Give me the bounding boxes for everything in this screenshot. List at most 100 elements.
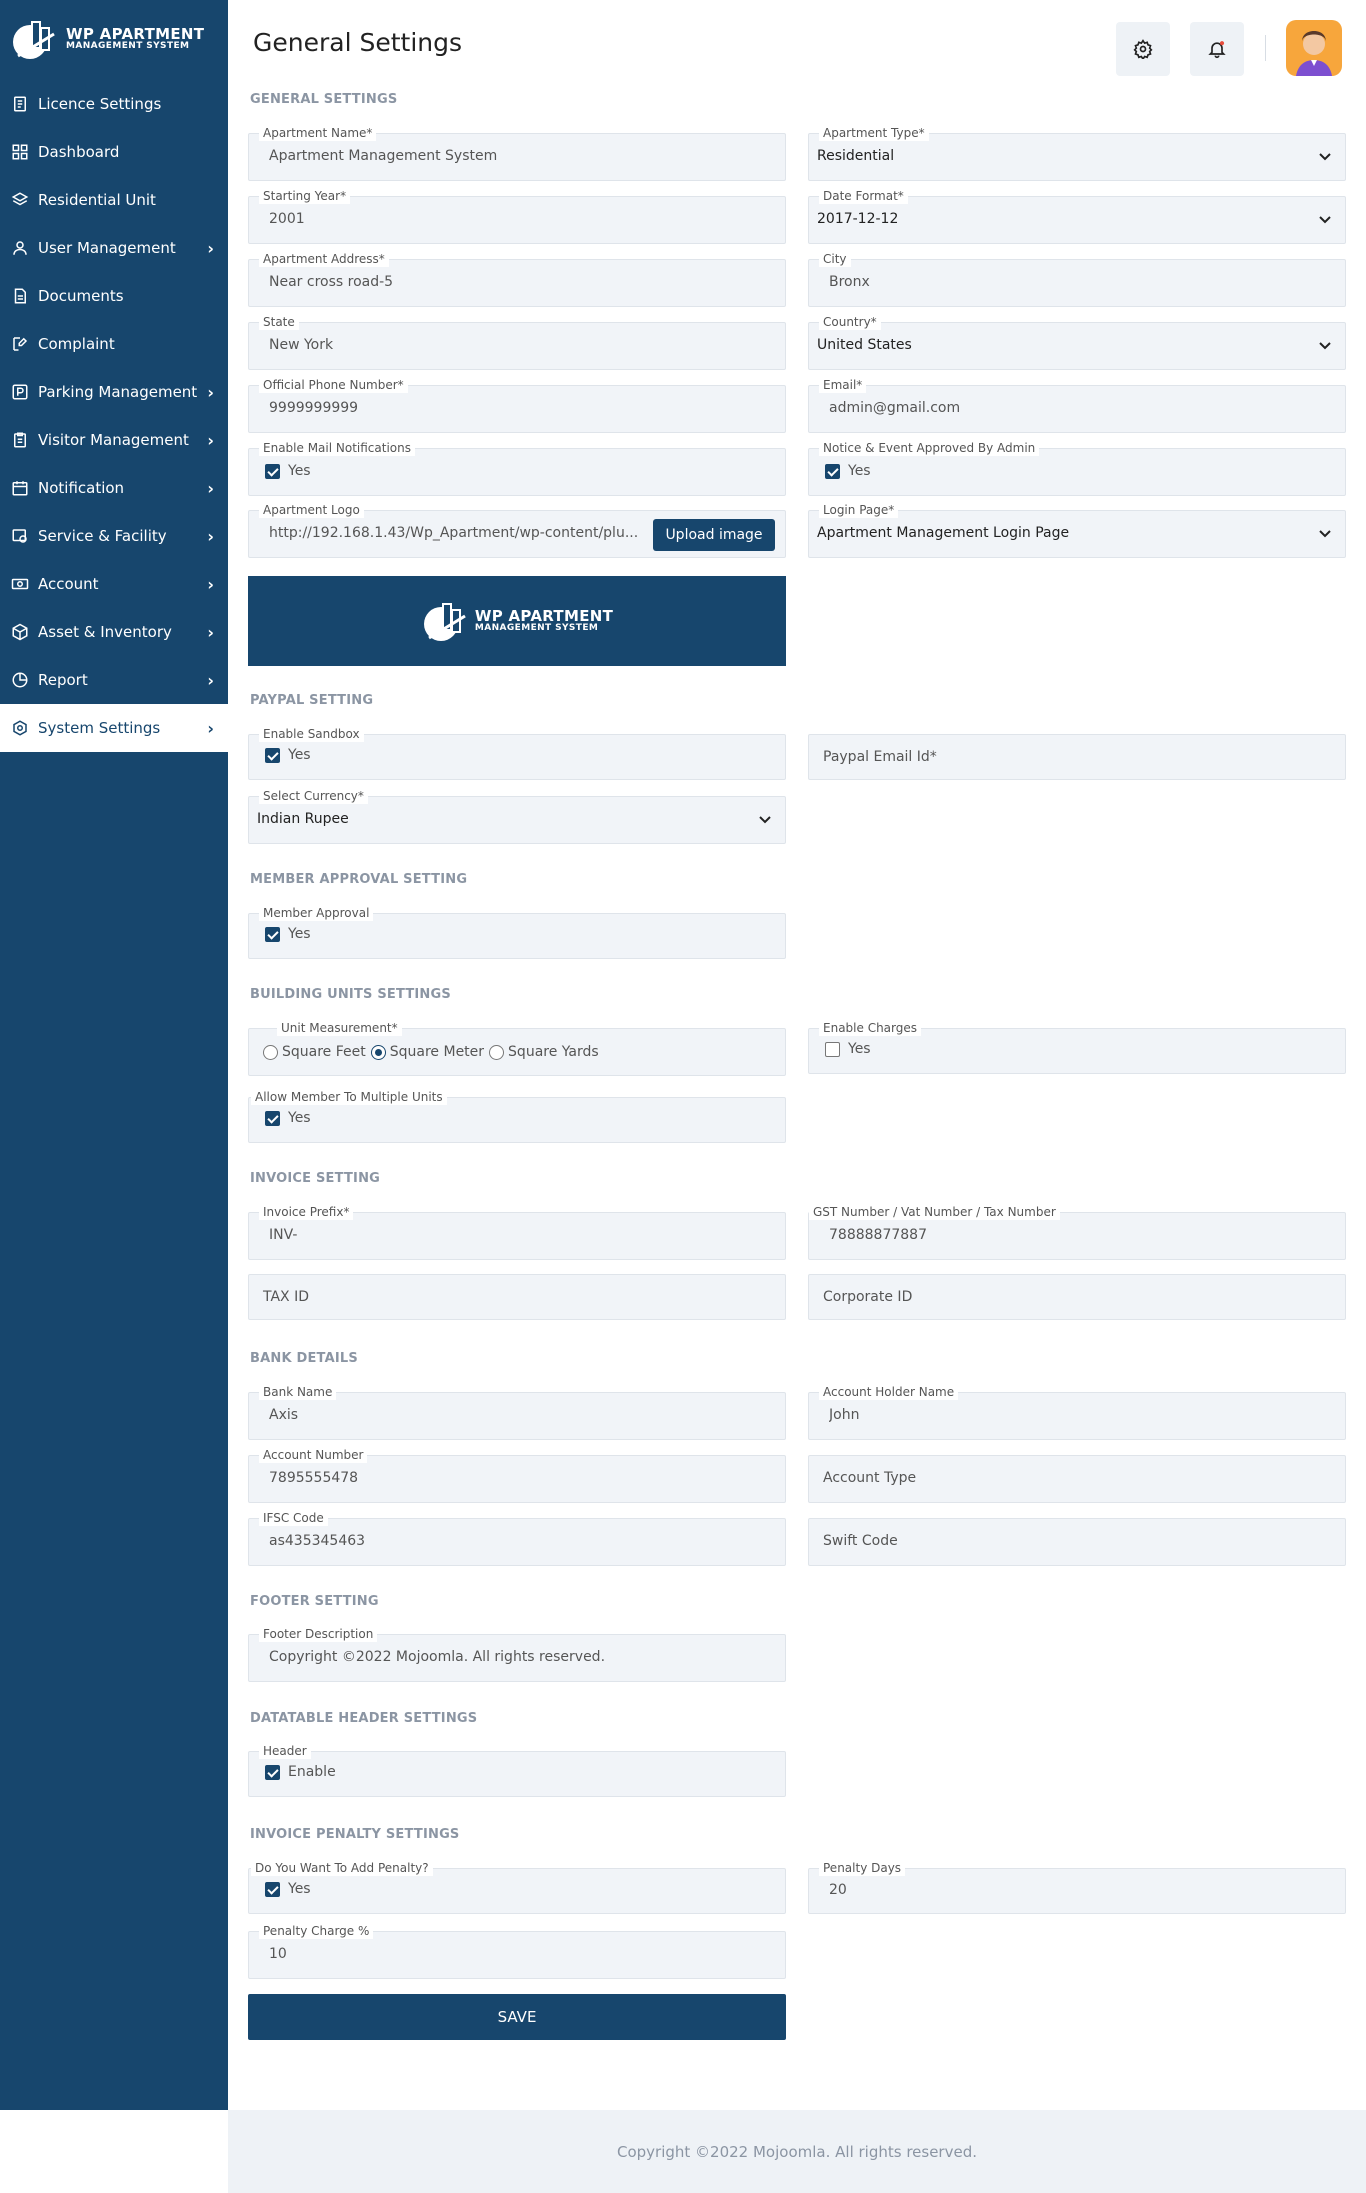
penalty-days-field[interactable]: Penalty Days 20 <box>808 1861 1346 1914</box>
sidebar-item-parking-management[interactable]: Parking Management › <box>0 368 228 416</box>
chevron-right-icon: › <box>207 431 214 450</box>
state-field[interactable]: State New York <box>248 315 786 370</box>
grid-icon <box>10 142 30 162</box>
radio-square-meter[interactable]: Square Meter <box>370 1044 484 1060</box>
pie-icon <box>10 670 30 690</box>
login-page-select[interactable]: Login Page* Apartment Management Login P… <box>808 503 1346 558</box>
currency-select[interactable]: Select Currency* Indian Rupee <box>248 789 786 844</box>
sidebar-item-licence-settings[interactable]: Licence Settings <box>0 80 228 128</box>
mail-notifications-checkbox[interactable]: Yes <box>265 463 311 479</box>
sidebar-item-user-management[interactable]: User Management › <box>0 224 228 272</box>
clipboard-icon <box>10 430 30 450</box>
chevron-right-icon: › <box>207 479 214 498</box>
sidebar-item-report[interactable]: Report › <box>0 656 228 704</box>
sidebar-item-dashboard[interactable]: Dashboard <box>0 128 228 176</box>
apartment-logo-field[interactable]: Apartment Logo http://192.168.1.43/Wp_Ap… <box>248 503 786 558</box>
swift-code-input[interactable]: Swift Code <box>808 1518 1346 1566</box>
apartment-type-select[interactable]: Apartment Type* Residential <box>808 126 1346 181</box>
chevron-right-icon: › <box>207 623 214 642</box>
section-bank: BANK DETAILS <box>250 1351 358 1366</box>
invoice-prefix-field[interactable]: Invoice Prefix* INV- <box>248 1205 786 1260</box>
corporate-id-input[interactable]: Corporate ID <box>808 1274 1346 1320</box>
section-member-approval: MEMBER APPROVAL SETTING <box>250 872 468 887</box>
gear-icon <box>10 718 30 738</box>
logo-preview-name: WP APARTMENT <box>474 606 614 625</box>
upload-image-button[interactable]: Upload image <box>653 519 775 551</box>
layers-icon <box>10 190 30 210</box>
notice-approved-field: Notice & Event Approved By Admin Yes <box>808 441 1346 496</box>
building-logo-icon <box>13 21 55 59</box>
sidebar-item-label: Residential Unit <box>38 191 156 209</box>
chevron-right-icon: › <box>207 671 214 690</box>
ifsc-code-field[interactable]: IFSC Code as435345463 <box>248 1511 786 1566</box>
settings-button[interactable] <box>1116 22 1170 76</box>
sidebar-item-complaint[interactable]: Complaint <box>0 320 228 368</box>
section-invoice: INVOICE SETTING <box>250 1171 381 1186</box>
main-content: General Settings GENERAL SETTINGS Apartm… <box>228 0 1366 2110</box>
mail-notifications-field: Enable Mail Notifications Yes <box>248 441 786 496</box>
footer-description-field[interactable]: Footer Description Copyright ©2022 Mojoo… <box>248 1627 786 1682</box>
logo-preview-tagline: MANAGEMENT SYSTEM <box>474 623 599 634</box>
enable-charges-checkbox[interactable]: Yes <box>825 1041 871 1057</box>
sandbox-checkbox[interactable]: Yes <box>265 747 311 763</box>
bank-name-field[interactable]: Bank Name Axis <box>248 1385 786 1440</box>
chevron-down-icon <box>759 816 771 824</box>
sidebar-item-label: Parking Management <box>38 383 198 401</box>
sidebar-item-documents[interactable]: Documents <box>0 272 228 320</box>
notification-button[interactable] <box>1190 22 1244 76</box>
account-type-input[interactable]: Account Type <box>808 1455 1346 1503</box>
city-field[interactable]: City Bronx <box>808 252 1346 307</box>
section-invoice-penalty: INVOICE PENALTY SETTINGS <box>250 1827 460 1842</box>
sidebar-item-system-settings[interactable]: System Settings › <box>0 704 228 752</box>
sidebar-item-account[interactable]: Account › <box>0 560 228 608</box>
sidebar-item-label: User Management <box>38 239 176 257</box>
page-footer: Copyright ©2022 Mojoomla. All rights res… <box>228 2110 1366 2193</box>
section-general: GENERAL SETTINGS <box>250 92 398 107</box>
radio-square-feet[interactable]: Square Feet <box>263 1044 366 1060</box>
member-approval-checkbox[interactable]: Yes <box>265 926 311 942</box>
apartment-address-field[interactable]: Apartment Address* Near cross road-5 <box>248 252 786 307</box>
sidebar-item-label: Report <box>38 671 88 689</box>
starting-year-field[interactable]: Starting Year* 2001 <box>248 189 786 244</box>
notice-approved-checkbox[interactable]: Yes <box>825 463 871 479</box>
edit-icon <box>10 334 30 354</box>
account-holder-field[interactable]: Account Holder Name John <box>808 1385 1346 1440</box>
account-number-field[interactable]: Account Number 7895555478 <box>248 1448 786 1503</box>
paypal-email-input[interactable]: Paypal Email Id* <box>808 734 1346 780</box>
section-building-units: BUILDING UNITS SETTINGS <box>250 987 451 1002</box>
sidebar-item-asset-inventory[interactable]: Asset & Inventory › <box>0 608 228 656</box>
service-icon <box>10 526 30 546</box>
user-avatar-icon <box>1296 31 1332 76</box>
country-select[interactable]: Country* United States <box>808 315 1346 370</box>
file-icon <box>10 286 30 306</box>
sidebar-item-label: Complaint <box>38 335 115 353</box>
add-penalty-field: Do You Want To Add Penalty? Yes <box>248 1861 786 1914</box>
sidebar-item-visitor-management[interactable]: Visitor Management › <box>0 416 228 464</box>
chevron-right-icon: › <box>207 575 214 594</box>
add-penalty-checkbox[interactable]: Yes <box>265 1881 311 1897</box>
apartment-name-field[interactable]: Apartment Name* Apartment Management Sys… <box>248 126 786 181</box>
section-paypal: PAYPAL SETTING <box>250 693 374 708</box>
document-icon <box>10 94 30 114</box>
tax-id-input[interactable]: TAX ID <box>248 1274 786 1320</box>
multiple-units-checkbox[interactable]: Yes <box>265 1110 311 1126</box>
phone-field[interactable]: Official Phone Number* 9999999999 <box>248 378 786 433</box>
date-format-select[interactable]: Date Format* 2017-12-12 <box>808 189 1346 244</box>
avatar[interactable] <box>1286 20 1342 76</box>
sidebar-item-residential-unit[interactable]: Residential Unit <box>0 176 228 224</box>
email-field[interactable]: Email* admin@gmail.com <box>808 378 1346 433</box>
brand-logo[interactable]: WP APARTMENT MANAGEMENT SYSTEM <box>10 14 220 64</box>
penalty-charge-field[interactable]: Penalty Charge % 10 <box>248 1924 786 1979</box>
sidebar-item-label: Asset & Inventory <box>38 623 172 641</box>
logo-preview: WP APARTMENT MANAGEMENT SYSTEM <box>248 576 786 666</box>
gst-number-field[interactable]: GST Number / Vat Number / Tax Number 788… <box>808 1205 1346 1260</box>
chevron-right-icon: › <box>207 383 214 402</box>
save-button[interactable]: SAVE <box>248 1994 786 2040</box>
sidebar-item-label: Licence Settings <box>38 95 162 113</box>
datatable-header-checkbox[interactable]: Enable <box>265 1764 336 1780</box>
sidebar-item-notification[interactable]: Notification › <box>0 464 228 512</box>
money-icon <box>10 574 30 594</box>
sidebar-item-service-facility[interactable]: Service & Facility › <box>0 512 228 560</box>
chevron-down-icon <box>1319 153 1331 161</box>
radio-square-yards[interactable]: Square Yards <box>489 1044 599 1060</box>
